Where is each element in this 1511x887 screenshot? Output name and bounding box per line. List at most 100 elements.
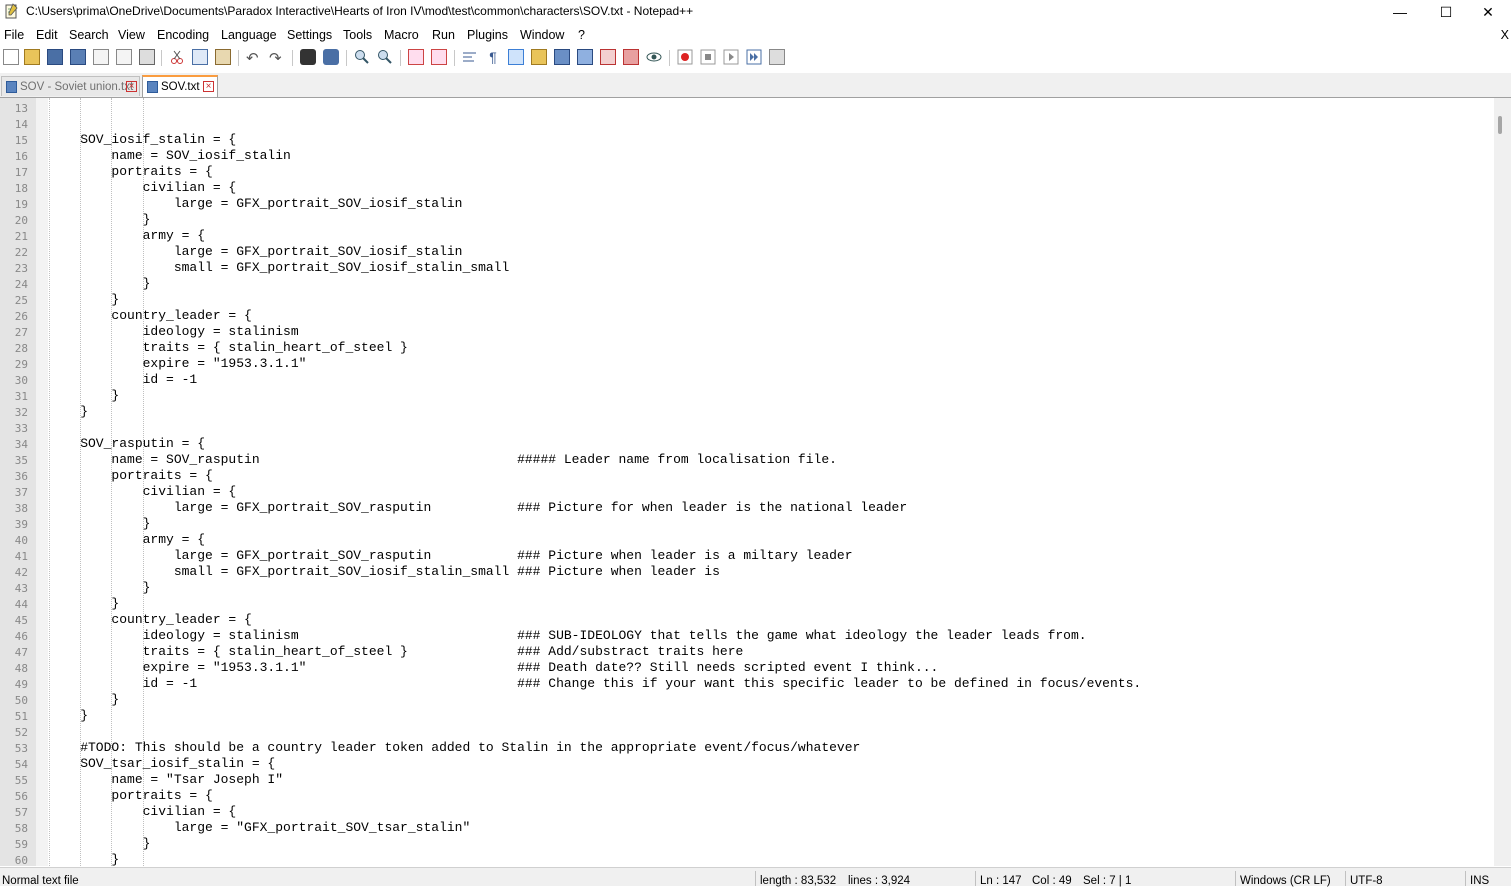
zoom-out-icon[interactable]	[377, 49, 393, 65]
code-line[interactable]: 19 large = GFX_portrait_SOV_iosif_stalin	[0, 196, 1500, 212]
code-line[interactable]: 52	[0, 724, 1500, 740]
tab-sov-soviet-union[interactable]: SOV - Soviet union.txt ×	[1, 76, 140, 96]
new-file-icon[interactable]	[3, 49, 19, 65]
save-icon[interactable]	[47, 49, 63, 65]
code-line[interactable]: 18 civilian = {	[0, 180, 1500, 196]
cut-icon[interactable]	[169, 49, 185, 65]
sync-vertical-icon[interactable]	[408, 49, 424, 65]
menu-plugins[interactable]: Plugins	[467, 28, 508, 42]
code-line[interactable]: 16 name = SOV_iosif_stalin	[0, 148, 1500, 164]
document-list-icon[interactable]	[577, 49, 593, 65]
code-line[interactable]: 51 }	[0, 708, 1500, 724]
code-line[interactable]: 43 }	[0, 580, 1500, 596]
code-line[interactable]: 53 #TODO: This should be a country leade…	[0, 740, 1500, 756]
menu-edit[interactable]: Edit	[36, 28, 58, 42]
code-line[interactable]: 27 ideology = stalinism	[0, 324, 1500, 340]
user-defined-language-icon[interactable]	[531, 49, 547, 65]
close-button[interactable]: ✕	[1465, 0, 1511, 24]
menu-file[interactable]: File	[4, 28, 24, 42]
redo-icon[interactable]: ↷	[269, 49, 285, 67]
code-line[interactable]: 23 small = GFX_portrait_SOV_iosif_stalin…	[0, 260, 1500, 276]
close-document-button[interactable]: X	[1501, 28, 1509, 42]
close-tab-icon[interactable]: ×	[203, 81, 214, 92]
code-line[interactable]: 39 }	[0, 516, 1500, 532]
text-editor[interactable]: 13 14 15 SOV_iosif_stalin = {16 name = SOV…	[0, 98, 1511, 866]
code-line[interactable]: 13	[0, 100, 1500, 116]
code-line[interactable]: 15 SOV_iosif_stalin = {	[0, 132, 1500, 148]
code-line[interactable]: 22 large = GFX_portrait_SOV_iosif_stalin	[0, 244, 1500, 260]
code-line[interactable]: 28 traits = { stalin_heart_of_steel }	[0, 340, 1500, 356]
word-wrap-icon[interactable]	[462, 49, 478, 65]
code-line[interactable]: 32 }	[0, 404, 1500, 420]
play-macro-icon[interactable]	[723, 49, 739, 65]
code-line[interactable]: 14	[0, 116, 1500, 132]
menu-settings[interactable]: Settings	[287, 28, 332, 42]
code-line[interactable]: 47 traits = { stalin_heart_of_steel } ##…	[0, 644, 1500, 660]
stop-macro-icon[interactable]	[700, 49, 716, 65]
code-line[interactable]: 35 name = SOV_rasputin ##### Leader name…	[0, 452, 1500, 468]
maximize-button[interactable]: ☐	[1423, 0, 1469, 24]
save-all-icon[interactable]	[70, 49, 86, 65]
code-line[interactable]: 25 }	[0, 292, 1500, 308]
close-tab-icon[interactable]: ×	[126, 81, 137, 92]
menu-window[interactable]: Window	[520, 28, 564, 42]
code-line[interactable]: 37 civilian = {	[0, 484, 1500, 500]
copy-icon[interactable]	[192, 49, 208, 65]
code-line[interactable]: 26 country_leader = {	[0, 308, 1500, 324]
code-line[interactable]: 17 portraits = {	[0, 164, 1500, 180]
code-line[interactable]: 33	[0, 420, 1500, 436]
code-line[interactable]: 45 country_leader = {	[0, 612, 1500, 628]
function-list-icon[interactable]	[600, 49, 616, 65]
find-icon[interactable]	[300, 49, 316, 65]
code-line[interactable]: 56 portraits = {	[0, 788, 1500, 804]
indent-guide-icon[interactable]	[508, 49, 524, 65]
code-line[interactable]: 58 large = "GFX_portrait_SOV_tsar_stalin…	[0, 820, 1500, 836]
folder-as-workspace-icon[interactable]	[623, 49, 639, 65]
code-line[interactable]: 21 army = {	[0, 228, 1500, 244]
sync-horizontal-icon[interactable]	[431, 49, 447, 65]
code-line[interactable]: 36 portraits = {	[0, 468, 1500, 484]
minimize-button[interactable]: —	[1377, 0, 1423, 24]
record-macro-icon[interactable]	[677, 49, 693, 65]
code-line[interactable]: 34 SOV_rasputin = {	[0, 436, 1500, 452]
undo-icon[interactable]: ↶	[246, 49, 262, 67]
show-all-characters-icon[interactable]: ¶	[485, 49, 501, 65]
menu-run[interactable]: Run	[432, 28, 455, 42]
print-icon[interactable]	[139, 49, 155, 65]
document-map-icon[interactable]	[554, 49, 570, 65]
close-file-icon[interactable]	[93, 49, 109, 65]
menu-macro[interactable]: Macro	[384, 28, 419, 42]
code-line[interactable]: 41 large = GFX_portrait_SOV_rasputin ###…	[0, 548, 1500, 564]
code-line[interactable]: 55 name = "Tsar Joseph I"	[0, 772, 1500, 788]
code-line[interactable]: 31 }	[0, 388, 1500, 404]
tab-sov[interactable]: SOV.txt ×	[142, 75, 218, 97]
code-line[interactable]: 24 }	[0, 276, 1500, 292]
open-file-icon[interactable]	[24, 49, 40, 65]
code-line[interactable]: 60 }	[0, 852, 1500, 866]
run-macro-multiple-icon[interactable]	[746, 49, 762, 65]
code-line[interactable]: 42 small = GFX_portrait_SOV_iosif_stalin…	[0, 564, 1500, 580]
code-line[interactable]: 20 }	[0, 212, 1500, 228]
code-line[interactable]: 29 expire = "1953.3.1.1"	[0, 356, 1500, 372]
menu-help[interactable]: ?	[578, 28, 585, 42]
code-line[interactable]: 48 expire = "1953.3.1.1" ### Death date?…	[0, 660, 1500, 676]
zoom-in-icon[interactable]	[354, 49, 370, 65]
code-line[interactable]: 30 id = -1	[0, 372, 1500, 388]
save-macro-icon[interactable]	[769, 49, 785, 65]
menu-tools[interactable]: Tools	[343, 28, 372, 42]
code-line[interactable]: 46 ideology = stalinism ### SUB-IDEOLOGY…	[0, 628, 1500, 644]
code-line[interactable]: 57 civilian = {	[0, 804, 1500, 820]
monitoring-icon[interactable]	[646, 49, 662, 65]
code-line[interactable]: 54 SOV_tsar_iosif_stalin = {	[0, 756, 1500, 772]
close-all-icon[interactable]	[116, 49, 132, 65]
vertical-scrollbar[interactable]	[1494, 98, 1511, 866]
code-line[interactable]: 59 }	[0, 836, 1500, 852]
menu-encoding[interactable]: Encoding	[157, 28, 209, 42]
menu-language[interactable]: Language	[221, 28, 277, 42]
code-line[interactable]: 49 id = -1 ### Change this if your want …	[0, 676, 1500, 692]
menu-search[interactable]: Search	[69, 28, 109, 42]
code-line[interactable]: 38 large = GFX_portrait_SOV_rasputin ###…	[0, 500, 1500, 516]
replace-icon[interactable]	[323, 49, 339, 65]
paste-icon[interactable]	[215, 49, 231, 65]
menu-view[interactable]: View	[118, 28, 145, 42]
